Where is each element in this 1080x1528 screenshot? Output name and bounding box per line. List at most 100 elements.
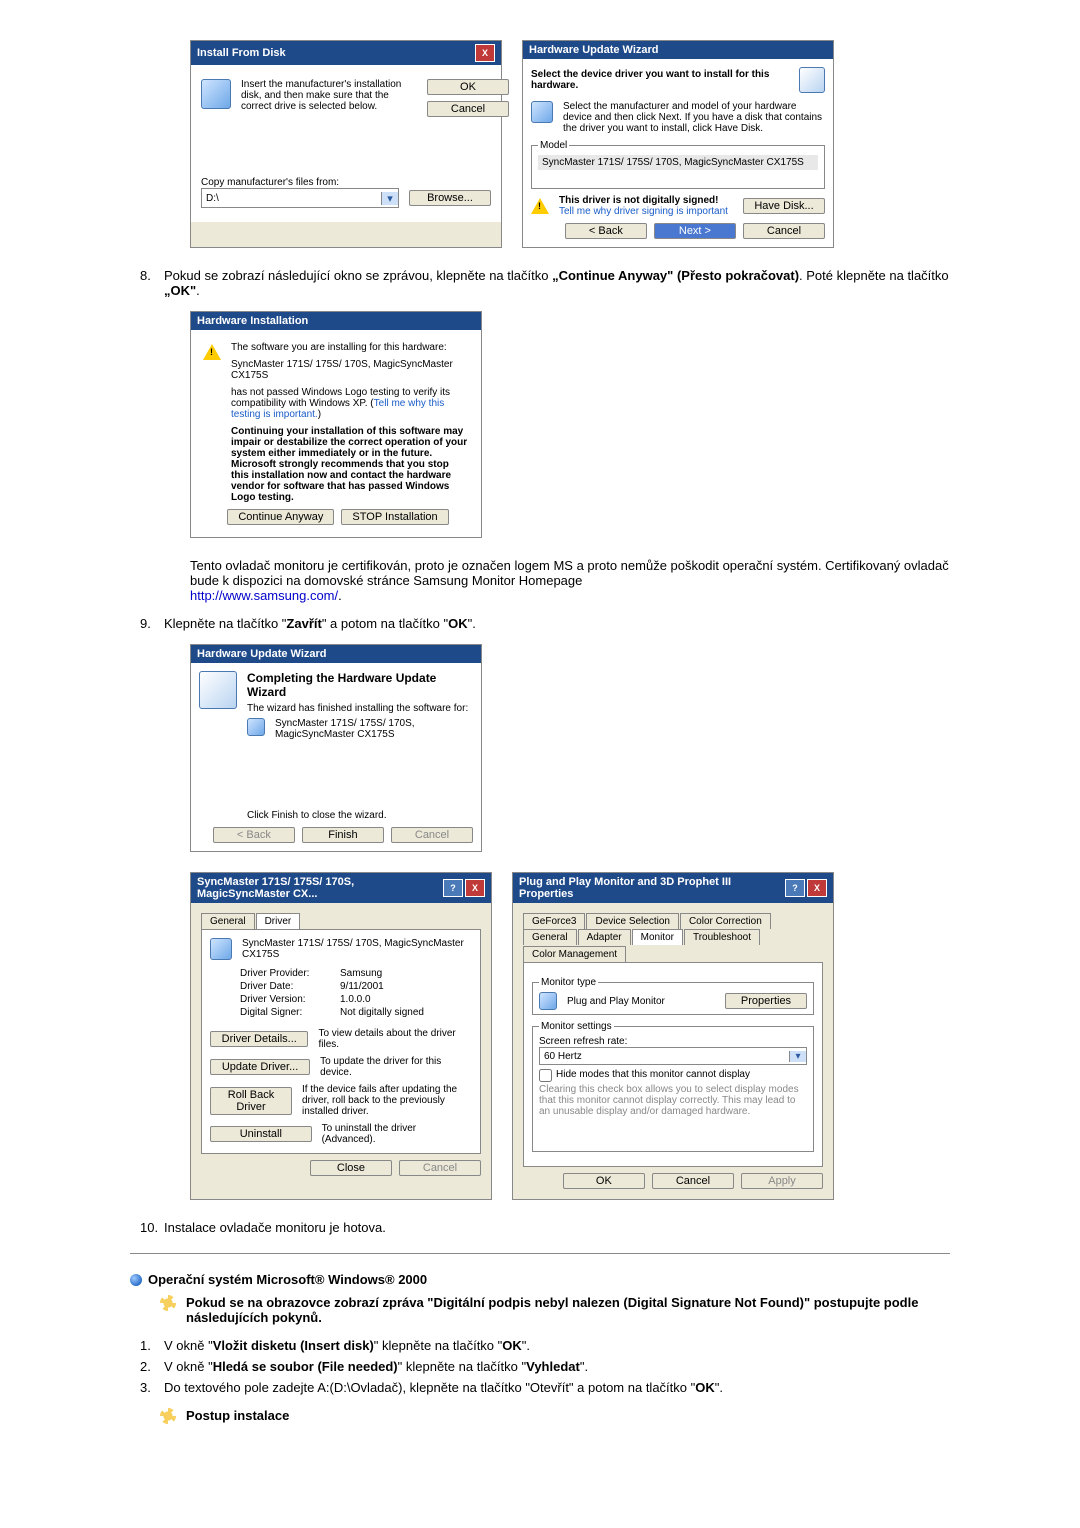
tab-color-management[interactable]: Color Management	[523, 946, 626, 962]
hw-wizard-instruction: Select the manufacturer and model of you…	[563, 101, 825, 134]
continue-anyway-button[interactable]: Continue Anyway	[227, 509, 334, 525]
signing-link[interactable]: Tell me why driver signing is important	[559, 206, 728, 217]
hw-install-line1: The software you are installing for this…	[231, 342, 469, 353]
step-10: 10. Instalace ovladače monitoru je hotov…	[140, 1220, 950, 1235]
refresh-value[interactable]: 60 Hertz	[540, 1051, 586, 1062]
close-icon[interactable]: X	[807, 879, 827, 897]
cancel-button[interactable]: Cancel	[427, 101, 509, 117]
hide-modes-note: Clearing this check box allows you to se…	[539, 1084, 807, 1117]
close-icon[interactable]: X	[465, 879, 485, 897]
device-name: SyncMaster 171S/ 175S/ 170S, MagicSyncMa…	[242, 938, 472, 960]
copy-from-label: Copy manufacturer's files from:	[201, 177, 491, 188]
update-driver-button[interactable]: Update Driver...	[210, 1059, 310, 1075]
install-from-disk-dialog: Install From Disk X Insert the manufactu…	[190, 40, 502, 248]
close-icon[interactable]: X	[475, 44, 495, 62]
monitor-icon	[531, 101, 553, 123]
warning-icon	[531, 198, 549, 214]
cancel-button[interactable]: Cancel	[743, 223, 825, 239]
tab-monitor[interactable]: Monitor	[632, 929, 683, 945]
separator	[130, 1253, 950, 1254]
drive-value[interactable]: D:\	[202, 193, 223, 204]
click-finish: Click Finish to close the wizard.	[247, 810, 473, 821]
monitor-icon	[247, 718, 265, 736]
driver-properties-dialog: SyncMaster 171S/ 175S/ 170S, MagicSyncMa…	[190, 872, 492, 1200]
hardware-update-wizard: Hardware Update Wizard Select the device…	[522, 40, 834, 248]
win2000-step-2: 2. V okně "Hledá se soubor (File needed)…	[140, 1359, 950, 1374]
hw-wizard-heading: Select the device driver you want to ins…	[531, 69, 789, 91]
monitor-name: Plug and Play Monitor	[567, 996, 665, 1007]
help-icon[interactable]: ?	[785, 879, 805, 897]
wizard-icon	[799, 67, 825, 93]
gear-icon	[160, 1295, 176, 1311]
ok-button[interactable]: OK	[563, 1173, 645, 1189]
tab-adapter[interactable]: Adapter	[578, 929, 631, 945]
back-button[interactable]: < Back	[565, 223, 647, 239]
model-value[interactable]: SyncMaster 171S/ 175S/ 170S, MagicSyncMa…	[538, 155, 818, 170]
ok-button[interactable]: OK	[427, 79, 509, 95]
cancel-button[interactable]: Cancel	[652, 1173, 734, 1189]
properties-button[interactable]: Properties	[725, 993, 807, 1009]
win2000-step-1: 1. V okně "Vložit disketu (Insert disk)"…	[140, 1338, 950, 1353]
monitor-type-label: Monitor type	[539, 977, 598, 988]
apply-button: Apply	[741, 1173, 823, 1189]
uninstall-button[interactable]: Uninstall	[210, 1126, 312, 1142]
help-icon[interactable]: ?	[443, 879, 463, 897]
have-disk-button[interactable]: Have Disk...	[743, 198, 825, 214]
wizard-icon	[199, 671, 237, 709]
model-label: Model	[538, 140, 569, 151]
win2000-step-3: 3. Do textového pole zadejte A:(D:\Ovlad…	[140, 1380, 950, 1395]
hide-modes-checkbox[interactable]	[539, 1069, 552, 1082]
gear-icon	[160, 1408, 176, 1424]
back-button: < Back	[213, 827, 295, 843]
driver-props-title: SyncMaster 171S/ 175S/ 170S, MagicSyncMa…	[197, 876, 443, 900]
hardware-installation-dialog: Hardware Installation The software you a…	[190, 311, 482, 538]
hw-install-title: Hardware Installation	[197, 315, 308, 327]
monitor-icon	[210, 938, 232, 960]
hw-complete-title: Hardware Update Wizard	[197, 648, 327, 660]
chevron-down-icon[interactable]: ▾	[789, 1051, 806, 1062]
hw-install-line2: SyncMaster 171S/ 175S/ 170S, MagicSyncMa…	[231, 359, 469, 381]
driver-details-button[interactable]: Driver Details...	[210, 1031, 308, 1047]
disk-icon	[201, 79, 231, 109]
refresh-label: Screen refresh rate:	[539, 1036, 807, 1047]
tab-device-selection[interactable]: Device Selection	[586, 913, 678, 929]
hw-wizard-title: Hardware Update Wizard	[529, 44, 659, 56]
pnp-title: Plug and Play Monitor and 3D Prophet III…	[519, 876, 785, 900]
tab-color-correction[interactable]: Color Correction	[680, 913, 771, 929]
chevron-down-icon[interactable]: ▾	[381, 192, 398, 205]
model-group: Model SyncMaster 171S/ 175S/ 170S, Magic…	[531, 140, 825, 189]
hw-wizard-complete-dialog: Hardware Update Wizard Completing the Ha…	[190, 644, 482, 852]
tab-general[interactable]: General	[523, 929, 577, 945]
stop-installation-button[interactable]: STOP Installation	[341, 509, 448, 525]
hw-complete-device: SyncMaster 171S/ 175S/ 170S, MagicSyncMa…	[275, 718, 473, 740]
tab-general[interactable]: General	[201, 913, 255, 929]
tab-geforce[interactable]: GeForce3	[523, 913, 585, 929]
step-8: 8. Pokud se zobrazí následující okno se …	[140, 268, 950, 298]
pnp-monitor-properties-dialog: Plug and Play Monitor and 3D Prophet III…	[512, 872, 834, 1200]
monitor-icon	[539, 992, 557, 1010]
install-from-disk-title: Install From Disk	[197, 47, 286, 59]
win2000-heading: Operační systém Microsoft® Windows® 2000	[130, 1272, 950, 1287]
finish-button[interactable]: Finish	[302, 827, 384, 843]
close-button[interactable]: Close	[310, 1160, 392, 1176]
bullet-icon	[130, 1274, 142, 1286]
not-signed-text: This driver is not digitally signed!	[559, 195, 718, 206]
step-9: 9. Klepněte na tlačítko "Zavřít" a potom…	[140, 616, 950, 631]
browse-button[interactable]: Browse...	[409, 190, 491, 206]
rollback-driver-button[interactable]: Roll Back Driver	[210, 1087, 292, 1115]
hw-complete-heading: Completing the Hardware Update Wizard	[247, 671, 436, 699]
tab-troubleshoot[interactable]: Troubleshoot	[684, 929, 760, 945]
samsung-url[interactable]: http://www.samsung.com/	[190, 588, 338, 603]
tab-driver[interactable]: Driver	[256, 913, 301, 929]
cancel-button: Cancel	[391, 827, 473, 843]
cancel-button: Cancel	[399, 1160, 481, 1176]
win2000-intro: Pokud se na obrazovce zobrazí zpráva "Di…	[186, 1295, 950, 1325]
hide-modes-label: Hide modes that this monitor cannot disp…	[556, 1069, 750, 1082]
cert-paragraph: Tento ovladač monitoru je certifikován, …	[190, 558, 949, 588]
monitor-settings-label: Monitor settings	[539, 1021, 614, 1032]
postup-heading: Postup instalace	[186, 1408, 289, 1423]
install-instruction: Insert the manufacturer's installation d…	[241, 79, 417, 112]
win2000-steps: 1. V okně "Vložit disketu (Insert disk)"…	[140, 1338, 950, 1395]
warning-icon	[203, 344, 221, 360]
next-button[interactable]: Next >	[654, 223, 736, 239]
